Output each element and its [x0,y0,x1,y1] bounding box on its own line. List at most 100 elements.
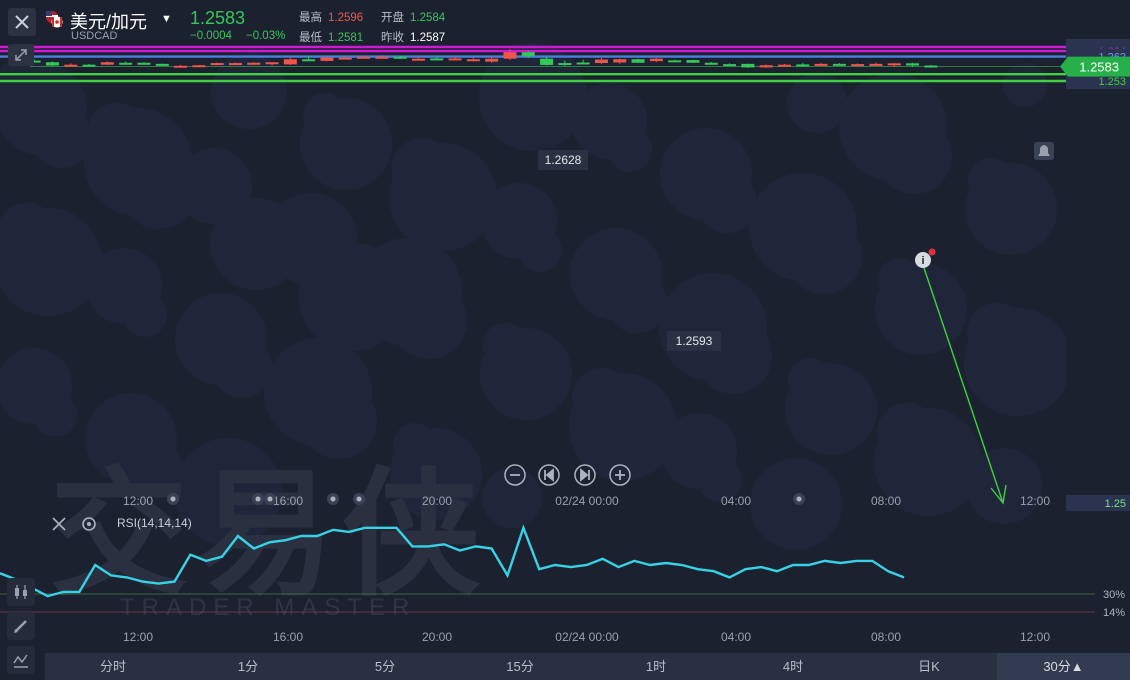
candle-body [485,58,499,62]
candle-body [796,64,810,67]
candle-body [759,65,773,68]
map-blob [876,118,952,194]
tab-5min[interactable]: 5分 [335,653,435,680]
rsi-time-axis-label: 02/24 00:00 [555,630,619,644]
chart-app: 交易侠TRADER MASTER1.26501.25991.25491.2655… [0,0,1130,680]
map-blob [697,173,757,233]
map-blob [33,393,77,437]
stat-high-label: 最高 [299,12,322,24]
map-blob [299,243,407,351]
map-blob [964,308,1072,416]
stat-open: 开盘 1.2584 [381,9,445,25]
price-chart[interactable]: 交易侠TRADER MASTER1.26501.25991.25491.2655… [0,0,1130,680]
candle-body [924,65,938,68]
time-axis-label: 20:00 [422,494,452,508]
current-price-label: 1.2583 [1079,60,1119,75]
rsi-time-axis-label: 16:00 [273,630,303,644]
map-blob [518,228,562,272]
rsi-time-axis-label: 12:00 [1020,630,1050,644]
candle-body [247,62,261,65]
tab-1min[interactable]: 1分 [198,653,298,680]
line-tool-button[interactable] [7,646,35,674]
tab-fenshi[interactable]: 分时 [63,653,163,680]
indicator-tool-button[interactable] [7,578,35,606]
event-marker-dot [170,496,176,502]
alert-dot [928,248,936,256]
stat-low: 最低 1.2581 [299,29,363,45]
candle-body [832,63,846,66]
last-price: 1.2583 [190,8,246,28]
stat-high: 最高 1.2596 [299,9,363,25]
tab-30min[interactable]: 30分▲ [997,653,1130,680]
stat-low-value: 1.2581 [328,32,364,44]
interval-tabs: 分时 1分 5分 15分 1时 4时 日K 30分▲ [45,653,1130,680]
map-blob [696,318,772,394]
target-label: 1.25 [1105,498,1126,510]
candle-body [576,62,590,65]
watermark-subtext: TRADER MASTER [120,594,416,621]
candle-body [558,63,572,66]
tab-15min[interactable]: 15分 [470,653,570,680]
event-marker-dot [356,496,362,502]
min-label: 1.2593 [676,334,713,348]
map-blob [212,338,272,398]
rsi-level-label: 14% [1103,607,1125,619]
candle-body [64,64,78,67]
caret-down-icon[interactable]: ▼ [161,13,172,25]
trendline-icon [13,654,28,668]
stat-prev-close: 昨收 1.2587 [381,29,445,45]
bell-icon [1034,142,1054,160]
event-marker-dot [255,496,261,502]
candle-body [704,62,718,65]
candle-body [851,64,865,67]
candle-body [887,63,901,66]
last-glyph [580,468,590,482]
candle-body [686,60,700,63]
scroll-to-start-button[interactable] [538,464,560,486]
stat-open-value: 1.2584 [410,12,446,24]
map-blob [1003,63,1047,107]
candle-body [540,58,554,65]
draw-tool-button[interactable] [7,612,35,640]
tab-1h[interactable]: 1时 [606,653,706,680]
candle-body [631,59,645,63]
map-blob [480,328,572,420]
map-blob [875,263,967,355]
info-icon-glyph: i [921,255,924,267]
close-button[interactable] [8,8,36,36]
candle-body [777,64,791,67]
stat-prev-close-value: 1.2587 [410,32,446,44]
map-blob [785,363,877,455]
map-blob [608,128,652,172]
tab-4h[interactable]: 4时 [743,653,843,680]
rsi-time-axis-label: 12:00 [123,630,153,644]
tab-daily[interactable]: 日K [879,653,979,680]
candle-body [649,58,663,62]
candle-body [228,63,242,66]
map-blob [0,208,102,316]
event-marker-dot [796,496,802,502]
map-blob [786,218,862,294]
map-blob [32,108,92,168]
candle-body [521,52,535,57]
candle-body [613,59,627,63]
price-axis-panel [1066,44,1130,514]
price-change: −0.0004 [190,30,232,42]
candle-body [137,62,151,65]
candle-body [119,62,133,65]
candle-body [723,64,737,67]
first-glyph [544,468,554,482]
candle-body [210,63,224,66]
time-axis-label: 16:00 [273,494,303,508]
event-marker-dot [330,496,336,502]
candle-body [155,63,169,66]
candle-body [357,56,371,59]
candle-body [393,56,407,59]
candle-body [174,65,188,68]
fullscreen-button[interactable] [8,44,34,66]
scroll-to-end-button[interactable] [574,464,596,486]
rsi-time-axis-label: 08:00 [871,630,901,644]
time-axis-label: 12:00 [123,494,153,508]
time-axis-label: 04:00 [721,494,751,508]
candle-body [906,63,920,66]
